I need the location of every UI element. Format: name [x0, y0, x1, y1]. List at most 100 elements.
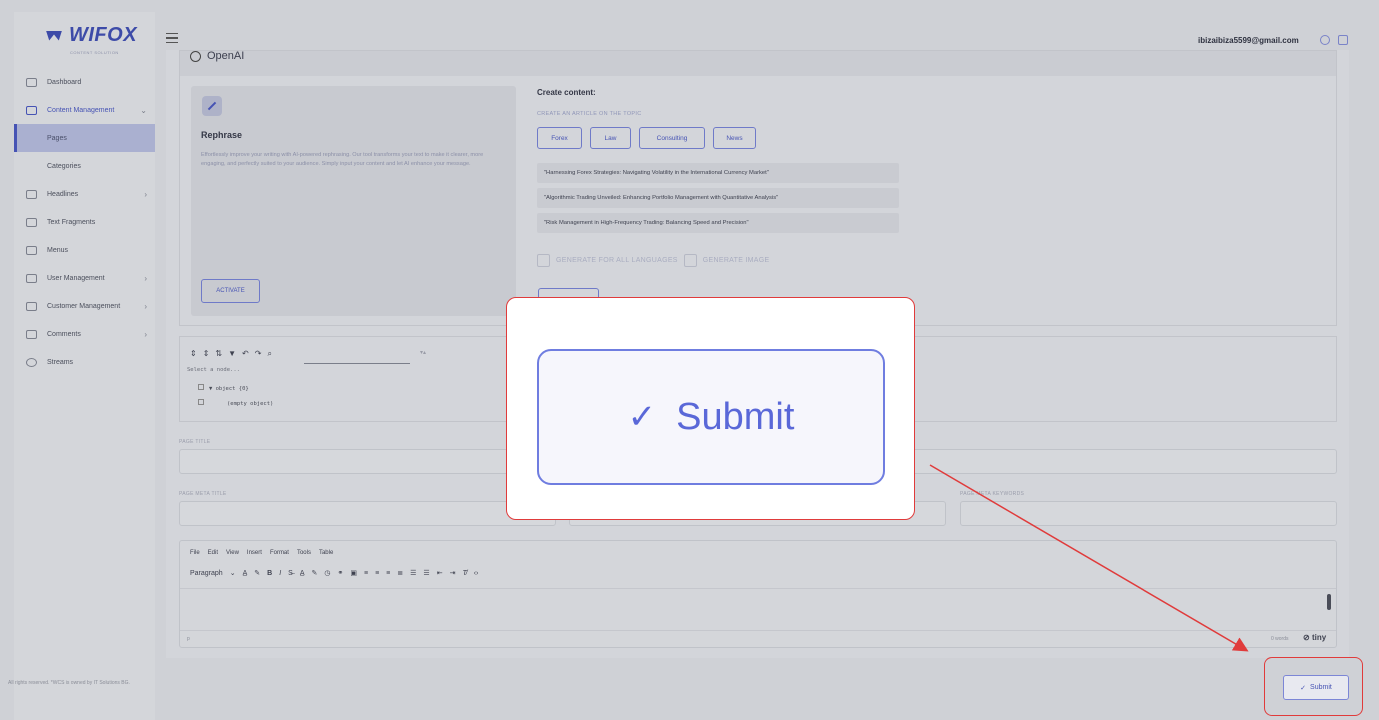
- topic-button-law[interactable]: Law: [590, 127, 631, 149]
- submit-button[interactable]: ✓ Submit: [1283, 675, 1349, 700]
- users-icon: [26, 273, 37, 283]
- rephrase-description: Effortlessly improve your writing with A…: [201, 152, 484, 167]
- topic-suggestion[interactable]: "Risk Management in High-Frequency Tradi…: [537, 213, 899, 233]
- topic-button-forex[interactable]: Forex: [537, 127, 582, 149]
- text-color-icon[interactable]: A̲: [243, 570, 248, 577]
- logout-icon[interactable]: [1338, 35, 1348, 45]
- fox-logo-icon: [44, 28, 64, 44]
- sidebar-item-label: Comments: [47, 330, 81, 338]
- numbered-list-icon[interactable]: ☰: [410, 569, 416, 577]
- rich-text-editor[interactable]: [179, 540, 1337, 648]
- logo[interactable]: WIFOX: [44, 24, 137, 47]
- topic-button-news[interactable]: News: [713, 127, 756, 149]
- link-icon[interactable]: ⚭: [337, 569, 343, 577]
- activate-button[interactable]: ACTIVATE: [201, 279, 260, 303]
- bullet-list-icon[interactable]: ☰: [423, 569, 429, 577]
- openai-title: OpenAI: [190, 50, 244, 62]
- page-title-label: PAGE TITLE: [179, 439, 211, 445]
- sidebar-item-user-management[interactable]: User Management ›: [14, 264, 155, 292]
- sidebar-item-text-fragments[interactable]: Text Fragments: [14, 208, 155, 236]
- chevron-right-icon: ›: [144, 329, 147, 339]
- sidebar-item-customer-management[interactable]: Customer Management ›: [14, 292, 155, 320]
- source-code-icon[interactable]: ‹›: [474, 570, 479, 577]
- hamburger-menu-icon[interactable]: [166, 33, 178, 43]
- background-color-icon[interactable]: ✎: [311, 569, 317, 577]
- submit-label: Submit: [676, 395, 795, 438]
- json-tree-row[interactable]: (empty object): [198, 399, 273, 407]
- sidebar-item-label: Text Fragments: [47, 218, 96, 226]
- menu-table[interactable]: Table: [319, 550, 333, 556]
- editor-scrollbar[interactable]: [1327, 594, 1331, 610]
- sort-icon[interactable]: ⇅: [215, 349, 222, 359]
- page-meta-title-label: PAGE META TITLE: [179, 491, 227, 497]
- clear-format-icon[interactable]: T̸: [462, 570, 466, 577]
- editor-divider: [180, 588, 1336, 589]
- expand-all-icon[interactable]: ⇕: [190, 349, 197, 359]
- bold-icon[interactable]: B: [267, 570, 272, 577]
- editor-toolbar: Paragraph ⌄ A̲ ✎ B I S̶ A̲ ✎ ◷ ⚭ ▣ ≡ ≡ ≡…: [190, 569, 479, 578]
- json-tree-row[interactable]: ▼ object {0}: [198, 384, 249, 392]
- highlight-icon[interactable]: ✎: [254, 569, 260, 577]
- paragraph-select[interactable]: Paragraph: [190, 570, 223, 577]
- chevron-down-icon[interactable]: ⌄: [230, 569, 236, 577]
- italic-icon[interactable]: I: [279, 570, 281, 577]
- topic-button-consulting[interactable]: Consulting: [639, 127, 705, 149]
- customers-icon: [26, 301, 37, 311]
- generate-image-checkbox[interactable]: [683, 254, 697, 267]
- font-color-icon[interactable]: A̲: [300, 570, 305, 577]
- sidebar-subitem-label: Categories: [47, 162, 81, 170]
- search-icon[interactable]: ⌕: [267, 349, 271, 359]
- justify-icon[interactable]: ≣: [397, 569, 403, 577]
- tiny-brand[interactable]: ⊘ tiny: [1303, 633, 1326, 642]
- settings-gear-icon[interactable]: [1320, 35, 1330, 45]
- page-meta-title-input[interactable]: [179, 501, 556, 526]
- filter-icon[interactable]: ▼: [228, 349, 236, 359]
- outdent-icon[interactable]: ⇤: [437, 569, 443, 577]
- sidebar-item-dashboard[interactable]: Dashboard: [14, 68, 155, 96]
- align-center-icon[interactable]: ≡: [375, 570, 379, 577]
- sidebar-item-headlines[interactable]: Headlines ›: [14, 180, 155, 208]
- sidebar-item-streams[interactable]: Streams: [14, 348, 155, 376]
- row-menu-icon[interactable]: [198, 384, 204, 390]
- sidebar-item-comments[interactable]: Comments ›: [14, 320, 155, 348]
- sidebar-item-label: Content Management: [47, 106, 115, 114]
- menu-view[interactable]: View: [226, 550, 239, 556]
- image-icon[interactable]: ▣: [350, 569, 357, 577]
- sidebar-nav: Dashboard Content Management ⌄ Pages Cat…: [14, 68, 155, 376]
- menu-tools[interactable]: Tools: [297, 550, 311, 556]
- row-menu-icon[interactable]: [198, 399, 204, 405]
- topic-suggestion[interactable]: "Harnessing Forex Strategies: Navigating…: [537, 163, 899, 183]
- sidebar-item-label: Streams: [47, 358, 74, 366]
- menu-format[interactable]: Format: [270, 550, 289, 556]
- menus-icon: [26, 245, 37, 255]
- sidebar-subitem-pages[interactable]: Pages: [14, 124, 155, 152]
- redo-icon[interactable]: ↷: [255, 349, 262, 359]
- indent-icon[interactable]: ⇥: [450, 569, 456, 577]
- menu-file[interactable]: File: [190, 550, 200, 556]
- json-search-input[interactable]: [304, 351, 410, 364]
- footer-copyright: All rights reserved. *WCS is owned by IT…: [8, 680, 130, 686]
- page-meta-keywords-input[interactable]: [960, 501, 1337, 526]
- menu-insert[interactable]: Insert: [247, 550, 262, 556]
- undo-icon[interactable]: ↶: [242, 349, 249, 359]
- clock-icon[interactable]: ◷: [324, 569, 330, 577]
- editor-element-path: p: [187, 636, 190, 642]
- align-left-icon[interactable]: ≡: [364, 570, 368, 577]
- user-email: ibizaibiza5599@gmail.com: [1198, 36, 1299, 45]
- menu-edit[interactable]: Edit: [208, 550, 218, 556]
- sidebar-subitem-categories[interactable]: Categories: [14, 152, 155, 180]
- strikethrough-icon[interactable]: S̶: [288, 570, 293, 577]
- rephrase-title: Rephrase: [201, 130, 243, 140]
- generate-all-languages-checkbox[interactable]: [537, 254, 550, 267]
- collapse-all-icon[interactable]: ⇕: [203, 349, 210, 359]
- topic-suggestion[interactable]: "Algorithmic Trading Unveiled: Enhancing…: [537, 188, 899, 208]
- logo-subtitle: CONTENT SOLUTION: [70, 50, 119, 55]
- search-nav-arrows-icon[interactable]: ▾▴: [420, 349, 426, 356]
- align-right-icon[interactable]: ≡: [386, 570, 390, 577]
- submit-button-zoomed[interactable]: ✓ Submit: [537, 349, 885, 485]
- sidebar-item-content-management[interactable]: Content Management ⌄: [14, 96, 155, 124]
- json-row-label: ▼ object {0}: [209, 386, 249, 392]
- sidebar-item-label: Dashboard: [47, 78, 82, 86]
- sidebar-item-menus[interactable]: Menus: [14, 236, 155, 264]
- chevron-down-icon: ⌄: [140, 105, 147, 115]
